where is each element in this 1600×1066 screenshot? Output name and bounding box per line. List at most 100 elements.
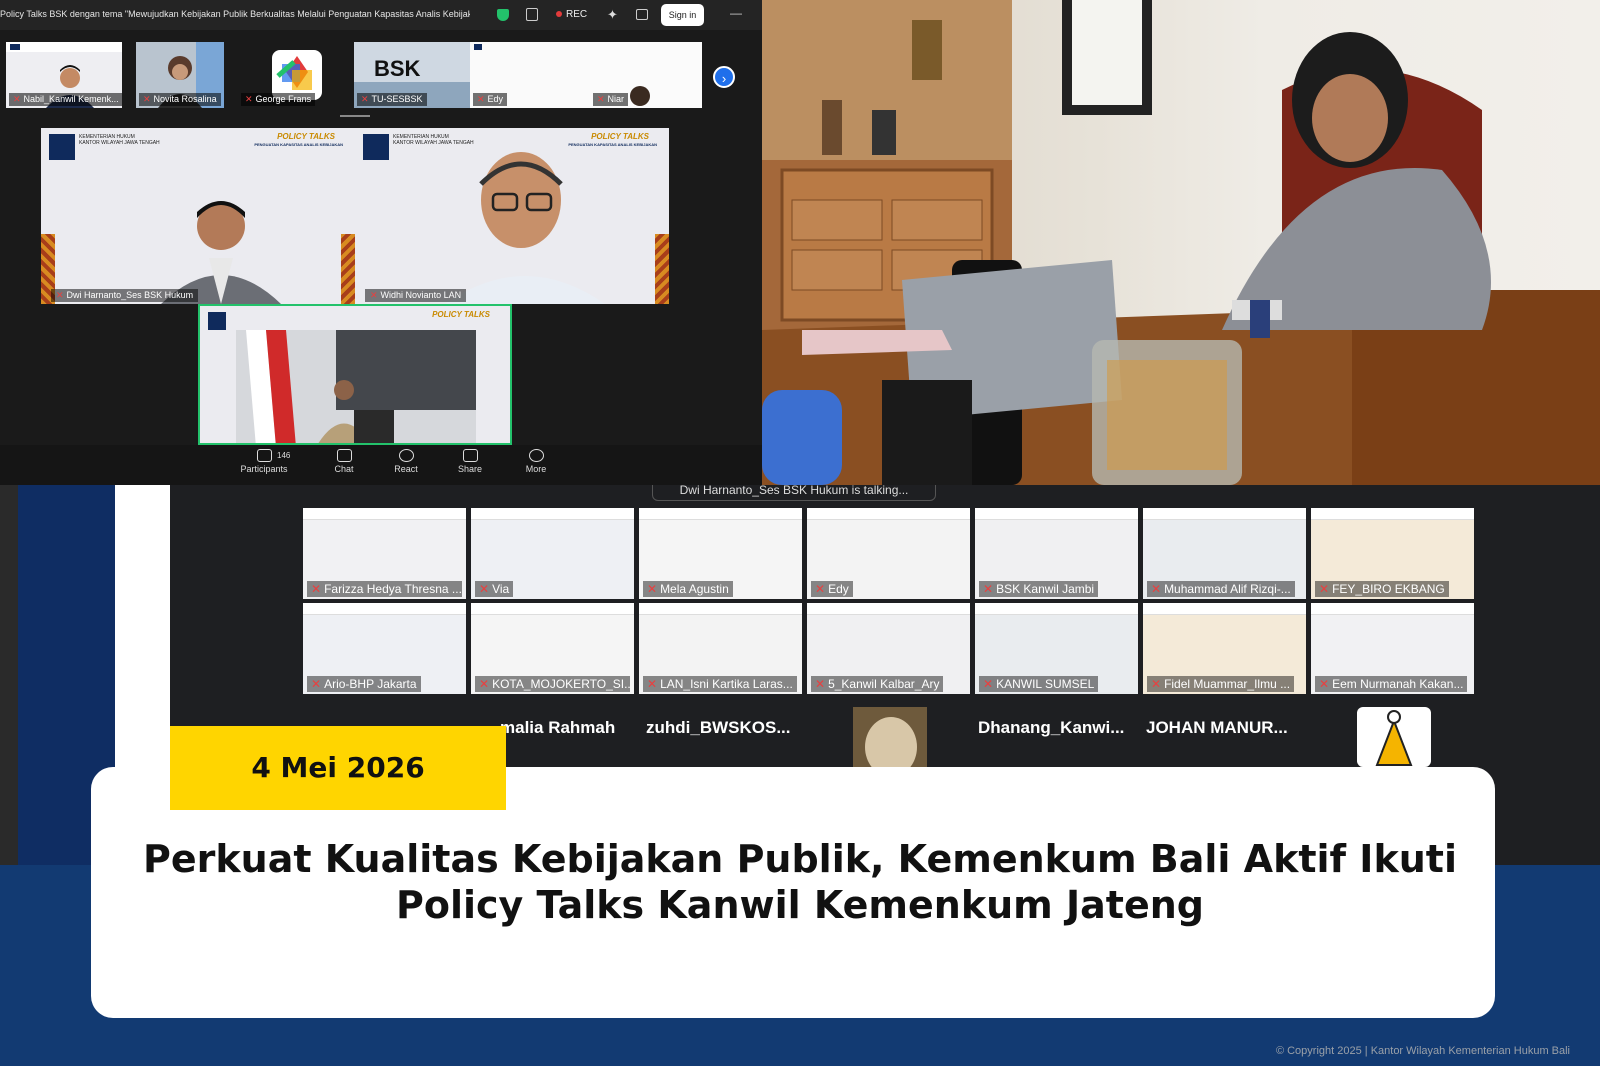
mic-muted-icon: ✕ [1319,677,1330,691]
mic-muted-icon: ✕ [815,582,826,596]
speaker-video [161,201,281,304]
policy-talks-label: POLICY TALKS [591,132,649,141]
gallery-tile[interactable]: ✕ Ario-BHP Jakarta [302,602,467,695]
participant-name: ✕ George Frans [241,93,316,106]
gallery-tile[interactable]: ✕ Farizza Hedya Thresna ... [302,507,467,600]
participant-name[interactable]: Dhanang_Kanwi... [978,718,1124,738]
svg-text:BSK: BSK [374,56,421,81]
participants-count: 146 [277,451,291,460]
gallery-tile[interactable]: ✕ BSK Kanwil Jambi [974,507,1139,600]
gallery-tile[interactable]: ✕ KANWIL SUMSEL [974,602,1139,695]
tile-header-sub: KANTOR WILAYAH JAWA TENGAH [79,140,160,146]
mic-muted-icon: ✕ [815,677,826,691]
participant-name: ✕ KOTA_MOJOKERTO_SI... [475,676,630,692]
share-icon [462,449,478,462]
participant-name[interactable]: zuhdi_BWSKOS... [646,718,791,738]
rec-label: REC [566,9,588,20]
zoom-meeting-screenshot: Policy Talks BSK dengan tema "Mewujudkan… [0,0,762,485]
tile-header-strip [975,508,1138,520]
participants-icon [256,449,272,462]
participant-name: ✕ Nabil_Kanwil Kemenk... [9,93,122,106]
gallery-tile[interactable]: ✕ Fidel Muammar_Ilmu ... [1142,602,1307,695]
mic-muted-icon: ✕ [1319,582,1330,596]
gallery-tile[interactable]: ✕ Muhammad Alif Rizqi-... [1142,507,1307,600]
participant-name: ✕ Edy [473,93,508,106]
kemenkum-logo [363,134,389,160]
gallery-tile[interactable]: ✕ 5_Kanwil Kalbar_Ary [806,602,971,695]
security-shield-icon[interactable] [497,9,509,21]
strip-tile[interactable]: ✕ Niar [590,42,702,108]
sign-in-button[interactable]: Sign in [661,4,704,26]
participant-name[interactable]: malia Rahmah [500,718,615,738]
policy-talks-label: POLICY TALKS [277,132,335,141]
speaker-video [445,152,605,304]
kemenkum-logo [49,134,75,160]
next-page-button[interactable]: › [713,66,735,88]
chat-icon [336,449,352,462]
tile-header-strip [639,508,802,520]
minimize-icon[interactable]: — [730,6,742,20]
strip-tile[interactable]: ✕ George Frans [238,42,338,108]
participant-name: ✕ Farizza Hedya Thresna ... [307,581,462,597]
participant-name: ✕ KANWIL SUMSEL [979,676,1099,692]
meeting-title: Policy Talks BSK dengan tema "Mewujudkan… [0,9,470,19]
record-dot-icon [556,11,562,17]
zoom-title-bar: Policy Talks BSK dengan tema "Mewujudkan… [0,0,762,30]
tile-header-strip [303,508,466,520]
strip-tile[interactable]: ✕ Nabil_Kanwil Kemenk... [6,42,122,108]
gallery-tile[interactable]: ✕ Via [470,507,635,600]
apps-icon[interactable] [636,9,648,20]
headline-line-1: Perkuat Kualitas Kebijakan Publik, Kemen… [143,837,1457,881]
ai-companion-icon[interactable]: ✦ [607,7,618,23]
mic-muted-icon: ✕ [1151,582,1162,596]
gallery-tile[interactable]: ✕ FEY_BIRO EKBANG [1310,507,1475,600]
mic-muted-icon: ✕ [311,582,322,596]
participant-name: ✕ Mela Agustin [643,581,733,597]
gallery-tile[interactable]: ✕ LAN_Isni Kartika Laras... [638,602,803,695]
chat-button[interactable]: Chat [314,449,374,474]
background-panel [0,485,18,905]
share-button[interactable]: Share [440,449,500,474]
meeting-toolbar: Participants 146 Chat React Share More [0,445,762,485]
tile-header-strip [303,603,466,615]
participant-name: ✕ Niar [593,93,629,106]
date-badge: 4 Mei 2026 [170,726,506,810]
gallery-tile[interactable]: ✕ Eem Nurmanah Kakan... [1310,602,1475,695]
strip-tile[interactable]: BSK ✕ TU-SESBSK [354,42,470,108]
strip-tile[interactable]: ✕ Edy [470,42,590,108]
speaker-tile[interactable]: KEMENTERIAN HUKUM KANTOR WILAYAH JAWA TEN… [41,128,355,304]
participant-name: ✕ Edy [811,581,853,597]
mic-muted-icon: ✕ [647,677,658,691]
mic-muted-icon: ✕ [647,582,658,596]
participant-name[interactable]: JOHAN MANUR... [1146,718,1288,738]
mic-muted-icon: ✕ [1151,677,1162,691]
mic-muted-icon: ✕ [479,677,490,691]
more-button[interactable]: More [506,449,566,474]
participant-name: ✕ Novita Rosalina [139,93,221,106]
notes-icon[interactable] [526,8,538,21]
page-indicator [340,115,370,117]
speaker-tile[interactable]: KEMENTERIAN HUKUM KANTOR WILAYAH JAWA TEN… [355,128,669,304]
react-button[interactable]: React [376,449,436,474]
mic-muted-icon: ✕ [13,94,21,104]
gallery-tile[interactable]: ✕ KOTA_MOJOKERTO_SI... [470,602,635,695]
participant-name: ✕ 5_Kanwil Kalbar_Ary [811,676,944,692]
participant-name: ✕ FEY_BIRO EKBANG [1315,581,1449,597]
gallery-tile[interactable]: ✕ Mela Agustin [638,507,803,600]
heart-icon [398,449,414,462]
official-at-desk-photo [762,0,1600,485]
gallery-tile[interactable]: ✕ Edy [806,507,971,600]
active-speaker-tile[interactable]: POLICY TALKS [198,304,512,445]
participant-avatar[interactable] [853,707,927,767]
kemenkum-logo [208,312,226,330]
policy-talks-label: POLICY TALKS [432,310,490,319]
participant-avatar[interactable] [1357,707,1431,767]
headline-line-2: Policy Talks Kanwil Kemenkum Jateng [396,883,1204,927]
participant-name: ✕ Muhammad Alif Rizqi-... [1147,581,1295,597]
mic-muted-icon: ✕ [370,290,378,300]
participant-name: ✕ Dwi Harnanto_Ses BSK Hukum [51,289,199,302]
recording-indicator[interactable]: REC [556,9,587,20]
strip-tile[interactable]: ✕ Novita Rosalina [136,42,224,108]
mic-muted-icon: ✕ [311,677,322,691]
mic-muted-icon: ✕ [479,582,490,596]
